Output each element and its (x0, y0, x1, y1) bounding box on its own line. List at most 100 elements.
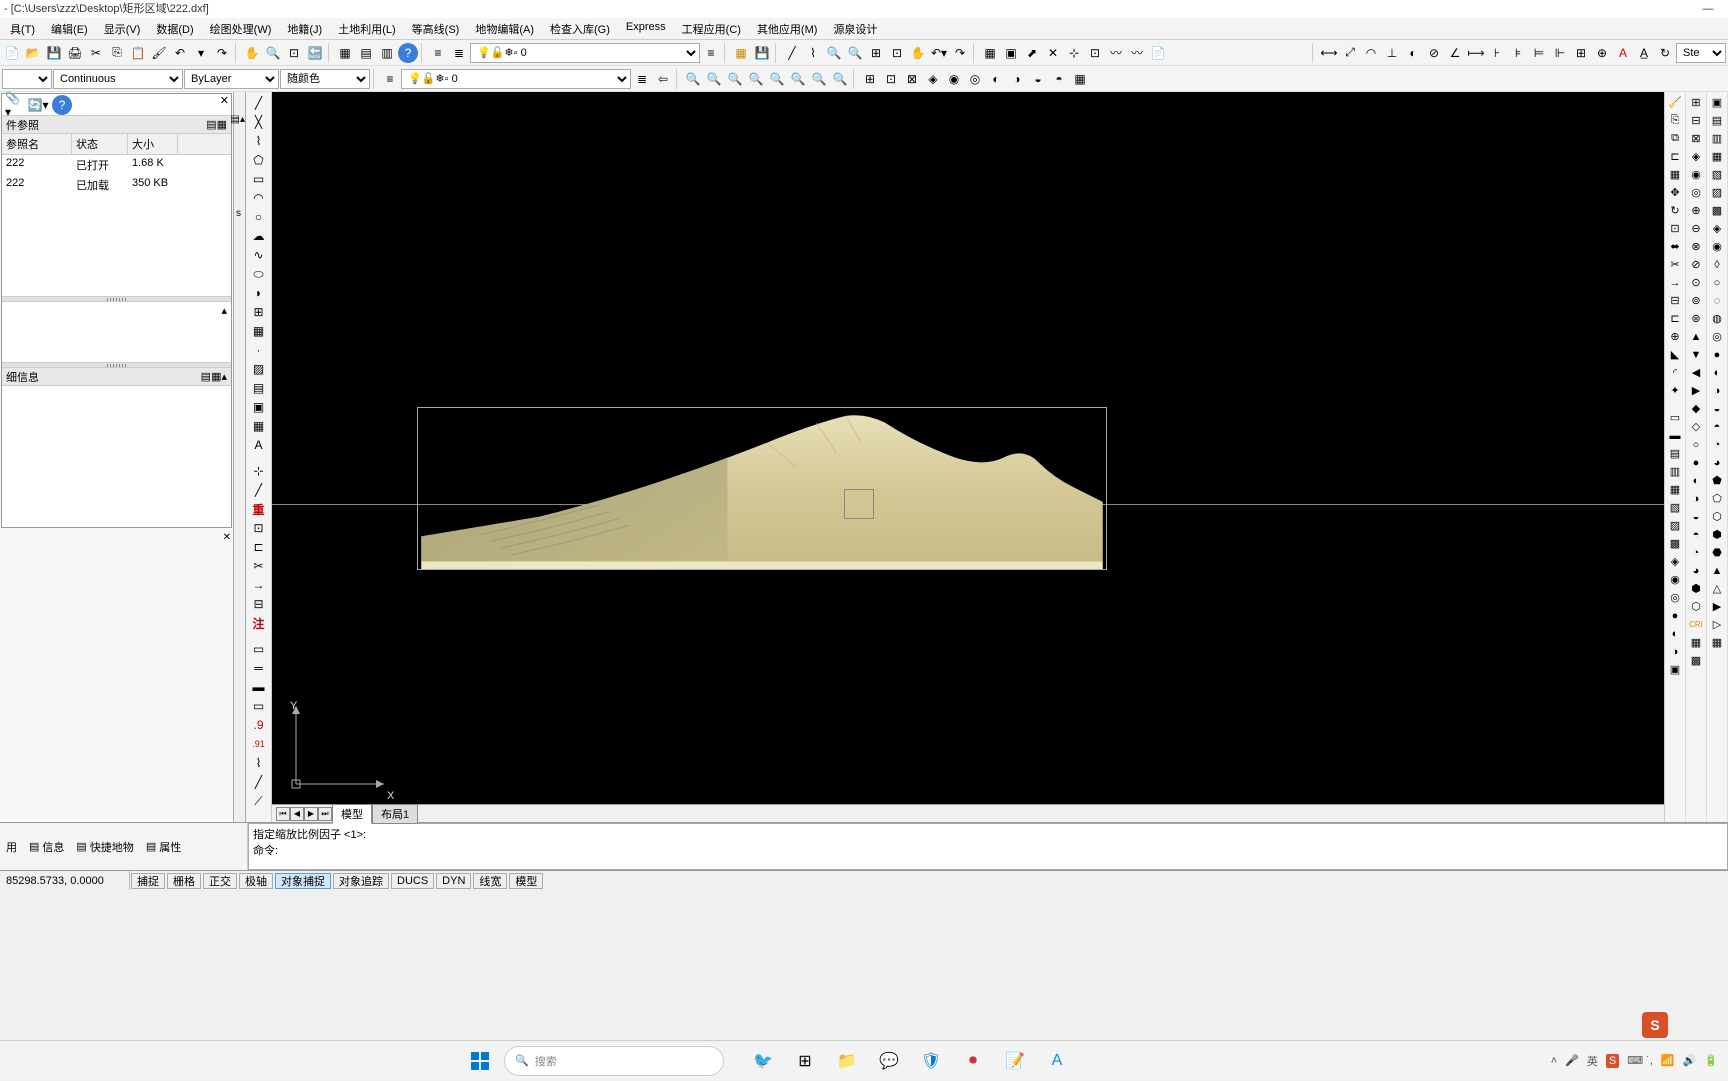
menu-contour[interactable]: 等高线(S) (404, 18, 468, 39)
tray-battery-icon[interactable]: 🔋 (1704, 1054, 1718, 1067)
menu-feature-edit[interactable]: 地物编辑(A) (467, 18, 542, 39)
cut-icon[interactable]: ✂ (86, 43, 106, 63)
c2-11-icon[interactable]: ⊙ (1687, 274, 1705, 291)
c2-6-icon[interactable]: ◎ (1687, 184, 1705, 201)
pline-tool-icon[interactable]: ⌇ (249, 132, 269, 150)
c3-5-icon[interactable]: ▧ (1708, 166, 1726, 183)
start-button[interactable] (460, 1041, 500, 1081)
app-record-icon[interactable]: ⏺ (954, 1042, 992, 1080)
app-cad-icon[interactable]: A (1038, 1042, 1076, 1080)
c2-10-icon[interactable]: ⊘ (1687, 256, 1705, 273)
cass-b-icon[interactable]: ═ (249, 659, 269, 677)
explode-icon[interactable]: ✦ (1666, 382, 1684, 399)
insert-block-icon[interactable]: ⊞ (249, 303, 269, 321)
tab-properties[interactable]: ▤ 属性 (146, 839, 181, 855)
dim-rad-icon[interactable]: ◐ (1403, 43, 1423, 63)
cass-f-icon[interactable]: ⌇ (249, 754, 269, 772)
pan2-icon[interactable]: ✋ (908, 43, 928, 63)
c2-8-icon[interactable]: ⊖ (1687, 220, 1705, 237)
dimstyle-combo[interactable]: Ste (1676, 43, 1726, 63)
zoom-in2-icon[interactable]: 🔍 (809, 69, 829, 89)
cass-heavy-icon[interactable]: 重 (249, 500, 269, 518)
col-size[interactable]: 大小 (128, 134, 178, 154)
c2-28-icon[interactable]: ⬢ (1687, 580, 1705, 597)
r13-icon[interactable]: ◐ (1666, 625, 1684, 642)
dim-linear-icon[interactable]: ⟷ (1319, 43, 1339, 63)
c3-6-icon[interactable]: ▨ (1708, 184, 1726, 201)
tab-model[interactable]: 模型 (332, 804, 372, 824)
dim-break-icon[interactable]: ⊩ (1550, 43, 1570, 63)
dim-ord-icon[interactable]: ⊥ (1382, 43, 1402, 63)
dim-aligned-icon[interactable]: ⤢ (1340, 43, 1360, 63)
menu-data[interactable]: 数据(D) (148, 18, 201, 39)
xref-splitter-2[interactable] (2, 362, 231, 368)
gradient-tool-icon[interactable]: ▤ (249, 379, 269, 397)
col-status[interactable]: 状态 (72, 134, 128, 154)
c2-25-icon[interactable]: ◓ (1687, 526, 1705, 543)
cass-annot-icon[interactable]: 注 (249, 614, 269, 632)
c2-5-icon[interactable]: ◉ (1687, 166, 1705, 183)
cass1-icon[interactable]: ⊞ (860, 69, 880, 89)
layer-filter-icon[interactable]: ≣ (632, 69, 652, 89)
ellipse-tool-icon[interactable]: ⬭ (249, 265, 269, 283)
c2-4-icon[interactable]: ◈ (1687, 148, 1705, 165)
app-bird-icon[interactable]: 🐦 (744, 1042, 782, 1080)
open-icon[interactable]: 📂 (23, 43, 43, 63)
xline-tool-icon[interactable]: ╳ (249, 113, 269, 131)
plotstyle-combo[interactable]: 随颜色 (280, 69, 370, 89)
r15-icon[interactable]: ▣ (1666, 661, 1684, 678)
r1-icon[interactable]: ▭ (1666, 409, 1684, 426)
menu-edit[interactable]: 编辑(E) (43, 18, 96, 39)
app-security-icon[interactable]: 🛡 (912, 1042, 950, 1080)
hatch-tool-icon[interactable]: ▨ (249, 360, 269, 378)
zoom-win-icon[interactable]: ⊡ (284, 43, 304, 63)
dim-cont-icon[interactable]: ⊧ (1508, 43, 1528, 63)
squares-icon[interactable]: ⊡ (1085, 43, 1105, 63)
panel-edge[interactable]: ▤▴ s (234, 92, 246, 822)
c3-25-icon[interactable]: ⬢ (1708, 526, 1726, 543)
scale-icon[interactable]: ⊡ (1666, 220, 1684, 237)
c2-29-icon[interactable]: ⬡ (1687, 598, 1705, 615)
toggle-lwt[interactable]: 线宽 (473, 873, 507, 889)
cass2-icon[interactable]: ⊡ (881, 69, 901, 89)
cass11-icon[interactable]: ▦ (1070, 69, 1090, 89)
xref-view-tree-icon[interactable]: ▦ (217, 119, 227, 131)
copy-icon[interactable]: ⎘ (107, 43, 127, 63)
r8-icon[interactable]: ▩ (1666, 535, 1684, 552)
c3-22-icon[interactable]: ⬟ (1708, 472, 1726, 489)
break-pt-icon[interactable]: ⊟ (1666, 292, 1684, 309)
cass-e-icon[interactable]: .9 (249, 716, 269, 734)
r5-icon[interactable]: ▦ (1666, 481, 1684, 498)
c2-21-icon[interactable]: ● (1687, 454, 1705, 471)
app-wechat-icon[interactable]: 💬 (870, 1042, 908, 1080)
table-tool-icon[interactable]: ▦ (249, 417, 269, 435)
cass-num-icon[interactable]: .91 (249, 735, 269, 753)
c3-8-icon[interactable]: ◈ (1708, 220, 1726, 237)
c2-31-icon[interactable]: ▦ (1687, 634, 1705, 651)
undo-icon[interactable]: ↶ (170, 43, 190, 63)
r10-icon[interactable]: ◉ (1666, 571, 1684, 588)
zoom-out2-icon[interactable]: 🔍 (830, 69, 850, 89)
trim-icon[interactable]: ✂ (1666, 256, 1684, 273)
r11-icon[interactable]: ◎ (1666, 589, 1684, 606)
zoom-rt-icon[interactable]: 🔍 (263, 43, 283, 63)
rotate-icon[interactable]: ↻ (1666, 202, 1684, 219)
cass-trim-icon[interactable]: ✂ (249, 557, 269, 575)
menu-cadastre[interactable]: 地籍(J) (279, 18, 330, 39)
tab-quick-features[interactable]: ▤ 快捷地物 (76, 839, 133, 855)
cass-h-icon[interactable]: ⟋ (249, 792, 269, 810)
c3-23-icon[interactable]: ⬠ (1708, 490, 1726, 507)
c3-20-icon[interactable]: ◔ (1708, 436, 1726, 453)
toggle-dyn[interactable]: DYN (436, 873, 471, 889)
toggle-snap[interactable]: 捕捉 (131, 873, 165, 889)
c3-28-icon[interactable]: △ (1708, 580, 1726, 597)
toggle-grid[interactable]: 栅格 (167, 873, 201, 889)
toggle-otrack[interactable]: 对象追踪 (333, 873, 389, 889)
r4-icon[interactable]: ▥ (1666, 463, 1684, 480)
offset-icon[interactable]: ⊏ (1666, 148, 1684, 165)
c3-26-icon[interactable]: ⬣ (1708, 544, 1726, 561)
pan-icon[interactable]: ✋ (242, 43, 262, 63)
tab-info[interactable]: ▤ 信息 (29, 839, 64, 855)
c2-9-icon[interactable]: ⊗ (1687, 238, 1705, 255)
layer-states-icon[interactable]: ≣ (449, 43, 469, 63)
